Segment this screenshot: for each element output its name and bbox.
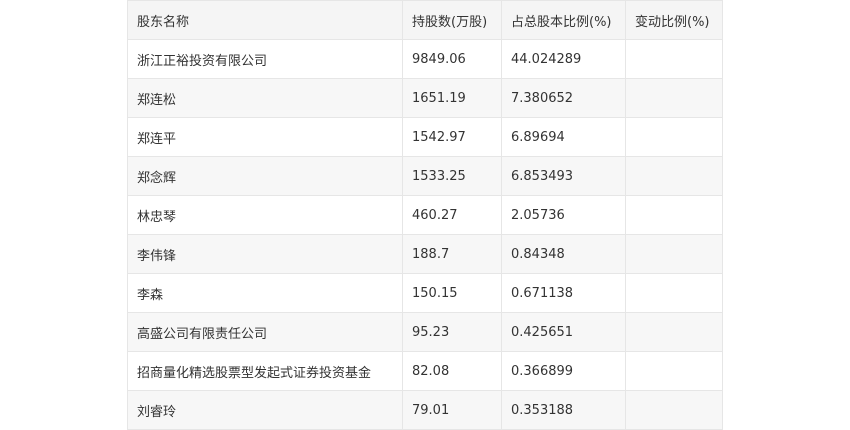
cell-shares: 9849.06 (402, 39, 502, 79)
cell-shareholder-name: 招商量化精选股票型发起式证券投资基金 (127, 351, 403, 391)
cell-shares: 79.01 (402, 390, 502, 430)
cell-ratio: 44.024289 (501, 39, 626, 79)
cell-shareholder-name: 郑念辉 (127, 156, 403, 196)
cell-shares: 82.08 (402, 351, 502, 391)
header-shares: 持股数(万股) (402, 0, 502, 40)
table-row: 李森 150.15 0.671138 (127, 273, 723, 313)
table-row: 刘睿玲 79.01 0.353188 (127, 390, 723, 430)
cell-shareholder-name: 郑连平 (127, 117, 403, 157)
shareholder-table: 股东名称 持股数(万股) 占总股本比例(%) 变动比例(%) 浙江正裕投资有限公… (127, 0, 723, 430)
cell-ratio: 7.380652 (501, 78, 626, 118)
cell-shareholder-name: 李伟锋 (127, 234, 403, 274)
cell-change (625, 390, 723, 430)
cell-ratio: 6.853493 (501, 156, 626, 196)
cell-ratio: 0.84348 (501, 234, 626, 274)
table-row: 郑连平 1542.97 6.89694 (127, 117, 723, 157)
table-row: 李伟锋 188.7 0.84348 (127, 234, 723, 274)
cell-ratio: 2.05736 (501, 195, 626, 235)
table-body: 浙江正裕投资有限公司 9849.06 44.024289 郑连松 1651.19 7.38… (127, 39, 723, 430)
table-row: 郑连松 1651.19 7.380652 (127, 78, 723, 118)
table-row: 林忠琴 460.27 2.05736 (127, 195, 723, 235)
cell-ratio: 0.671138 (501, 273, 626, 313)
cell-change (625, 273, 723, 313)
cell-change (625, 351, 723, 391)
cell-shares: 1533.25 (402, 156, 502, 196)
cell-ratio: 6.89694 (501, 117, 626, 157)
cell-shares: 460.27 (402, 195, 502, 235)
cell-change (625, 39, 723, 79)
table-row: 高盛公司有限责任公司 95.23 0.425651 (127, 312, 723, 352)
table-row: 郑念辉 1533.25 6.853493 (127, 156, 723, 196)
cell-shares: 150.15 (402, 273, 502, 313)
cell-shares: 1542.97 (402, 117, 502, 157)
table-header-row: 股东名称 持股数(万股) 占总股本比例(%) 变动比例(%) (127, 0, 723, 40)
cell-shareholder-name: 林忠琴 (127, 195, 403, 235)
table-row: 招商量化精选股票型发起式证券投资基金 82.08 0.366899 (127, 351, 723, 391)
cell-ratio: 0.425651 (501, 312, 626, 352)
table-row: 浙江正裕投资有限公司 9849.06 44.024289 (127, 39, 723, 79)
cell-change (625, 156, 723, 196)
cell-change (625, 312, 723, 352)
cell-change (625, 195, 723, 235)
cell-shareholder-name: 郑连松 (127, 78, 403, 118)
cell-change (625, 234, 723, 274)
cell-change (625, 117, 723, 157)
cell-shareholder-name: 高盛公司有限责任公司 (127, 312, 403, 352)
cell-change (625, 78, 723, 118)
cell-shares: 1651.19 (402, 78, 502, 118)
cell-shareholder-name: 刘睿玲 (127, 390, 403, 430)
shareholder-table-container: 股东名称 持股数(万股) 占总股本比例(%) 变动比例(%) 浙江正裕投资有限公… (127, 0, 723, 430)
header-shareholder-name: 股东名称 (127, 0, 403, 40)
cell-shares: 188.7 (402, 234, 502, 274)
cell-ratio: 0.366899 (501, 351, 626, 391)
cell-shares: 95.23 (402, 312, 502, 352)
cell-shareholder-name: 浙江正裕投资有限公司 (127, 39, 403, 79)
header-change: 变动比例(%) (625, 0, 723, 40)
header-ratio: 占总股本比例(%) (501, 0, 626, 40)
cell-ratio: 0.353188 (501, 390, 626, 430)
cell-shareholder-name: 李森 (127, 273, 403, 313)
